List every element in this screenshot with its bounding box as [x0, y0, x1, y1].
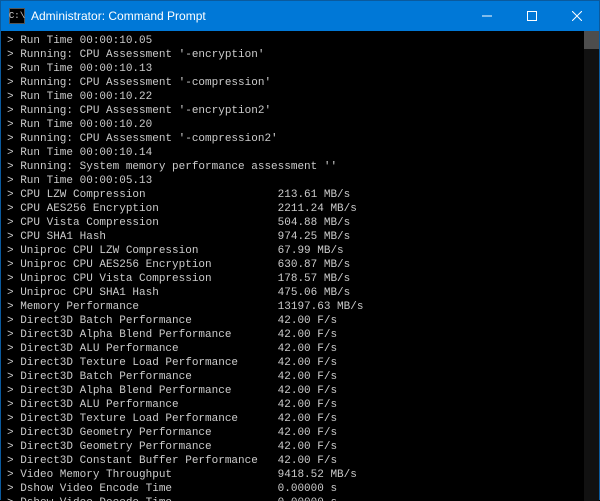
titlebar[interactable]: C:\ Administrator: Command Prompt — [1, 1, 599, 31]
maximize-button[interactable] — [509, 1, 554, 31]
result-line: > Direct3D Alpha Blend Performance 42.00… — [7, 328, 593, 342]
window-title: Administrator: Command Prompt — [31, 9, 206, 23]
result-line: > Direct3D ALU Performance 42.00 F/s — [7, 342, 593, 356]
maximize-icon — [527, 11, 537, 21]
output-line: > Run Time 00:00:05.13 — [7, 174, 593, 188]
result-line: > CPU AES256 Encryption 2211.24 MB/s — [7, 202, 593, 216]
result-line: > CPU SHA1 Hash 974.25 MB/s — [7, 230, 593, 244]
result-line: > Direct3D Texture Load Performance 42.0… — [7, 356, 593, 370]
result-line: > Direct3D Constant Buffer Performance 4… — [7, 454, 593, 468]
result-line: > Uniproc CPU LZW Compression 67.99 MB/s — [7, 244, 593, 258]
minimize-icon — [482, 11, 492, 21]
result-line: > CPU LZW Compression 213.61 MB/s — [7, 188, 593, 202]
result-line: > Direct3D Batch Performance 42.00 F/s — [7, 314, 593, 328]
result-line: > Uniproc CPU Vista Compression 178.57 M… — [7, 272, 593, 286]
result-line: > Uniproc CPU SHA1 Hash 475.06 MB/s — [7, 286, 593, 300]
result-line: > Dshow Video Encode Time 0.00000 s — [7, 482, 593, 496]
result-line: > Dshow Video Decode Time 0.00000 s — [7, 496, 593, 501]
scrollbar-track[interactable] — [584, 31, 599, 501]
output-line: > Running: System memory performance ass… — [7, 160, 593, 174]
output-line: > Running: CPU Assessment '-compression' — [7, 76, 593, 90]
result-line: > Direct3D Geometry Performance 42.00 F/… — [7, 426, 593, 440]
result-line: > Video Memory Throughput 9418.52 MB/s — [7, 468, 593, 482]
output-line: > Running: CPU Assessment '-compression2… — [7, 132, 593, 146]
output-line: > Run Time 00:00:10.20 — [7, 118, 593, 132]
close-icon — [572, 11, 582, 21]
output-line: > Running: CPU Assessment '-encryption2' — [7, 104, 593, 118]
result-line: > CPU Vista Compression 504.88 MB/s — [7, 216, 593, 230]
minimize-button[interactable] — [464, 1, 509, 31]
result-line: > Uniproc CPU AES256 Encryption 630.87 M… — [7, 258, 593, 272]
result-line: > Memory Performance 13197.63 MB/s — [7, 300, 593, 314]
cmd-icon: C:\ — [9, 8, 25, 24]
close-button[interactable] — [554, 1, 599, 31]
output-line: > Run Time 00:00:10.22 — [7, 90, 593, 104]
result-line: > Direct3D Batch Performance 42.00 F/s — [7, 370, 593, 384]
scrollbar-thumb[interactable] — [584, 31, 599, 49]
result-line: > Direct3D Alpha Blend Performance 42.00… — [7, 384, 593, 398]
output-line: > Run Time 00:00:10.13 — [7, 62, 593, 76]
result-line: > Direct3D ALU Performance 42.00 F/s — [7, 398, 593, 412]
output-line: > Run Time 00:00:10.14 — [7, 146, 593, 160]
output-line: > Running: CPU Assessment '-encryption' — [7, 48, 593, 62]
result-line: > Direct3D Geometry Performance 42.00 F/… — [7, 440, 593, 454]
result-line: > Direct3D Texture Load Performance 42.0… — [7, 412, 593, 426]
output-line: > Run Time 00:00:10.05 — [7, 34, 593, 48]
terminal-output[interactable]: > Run Time 00:00:10.05> Running: CPU Ass… — [1, 31, 599, 501]
